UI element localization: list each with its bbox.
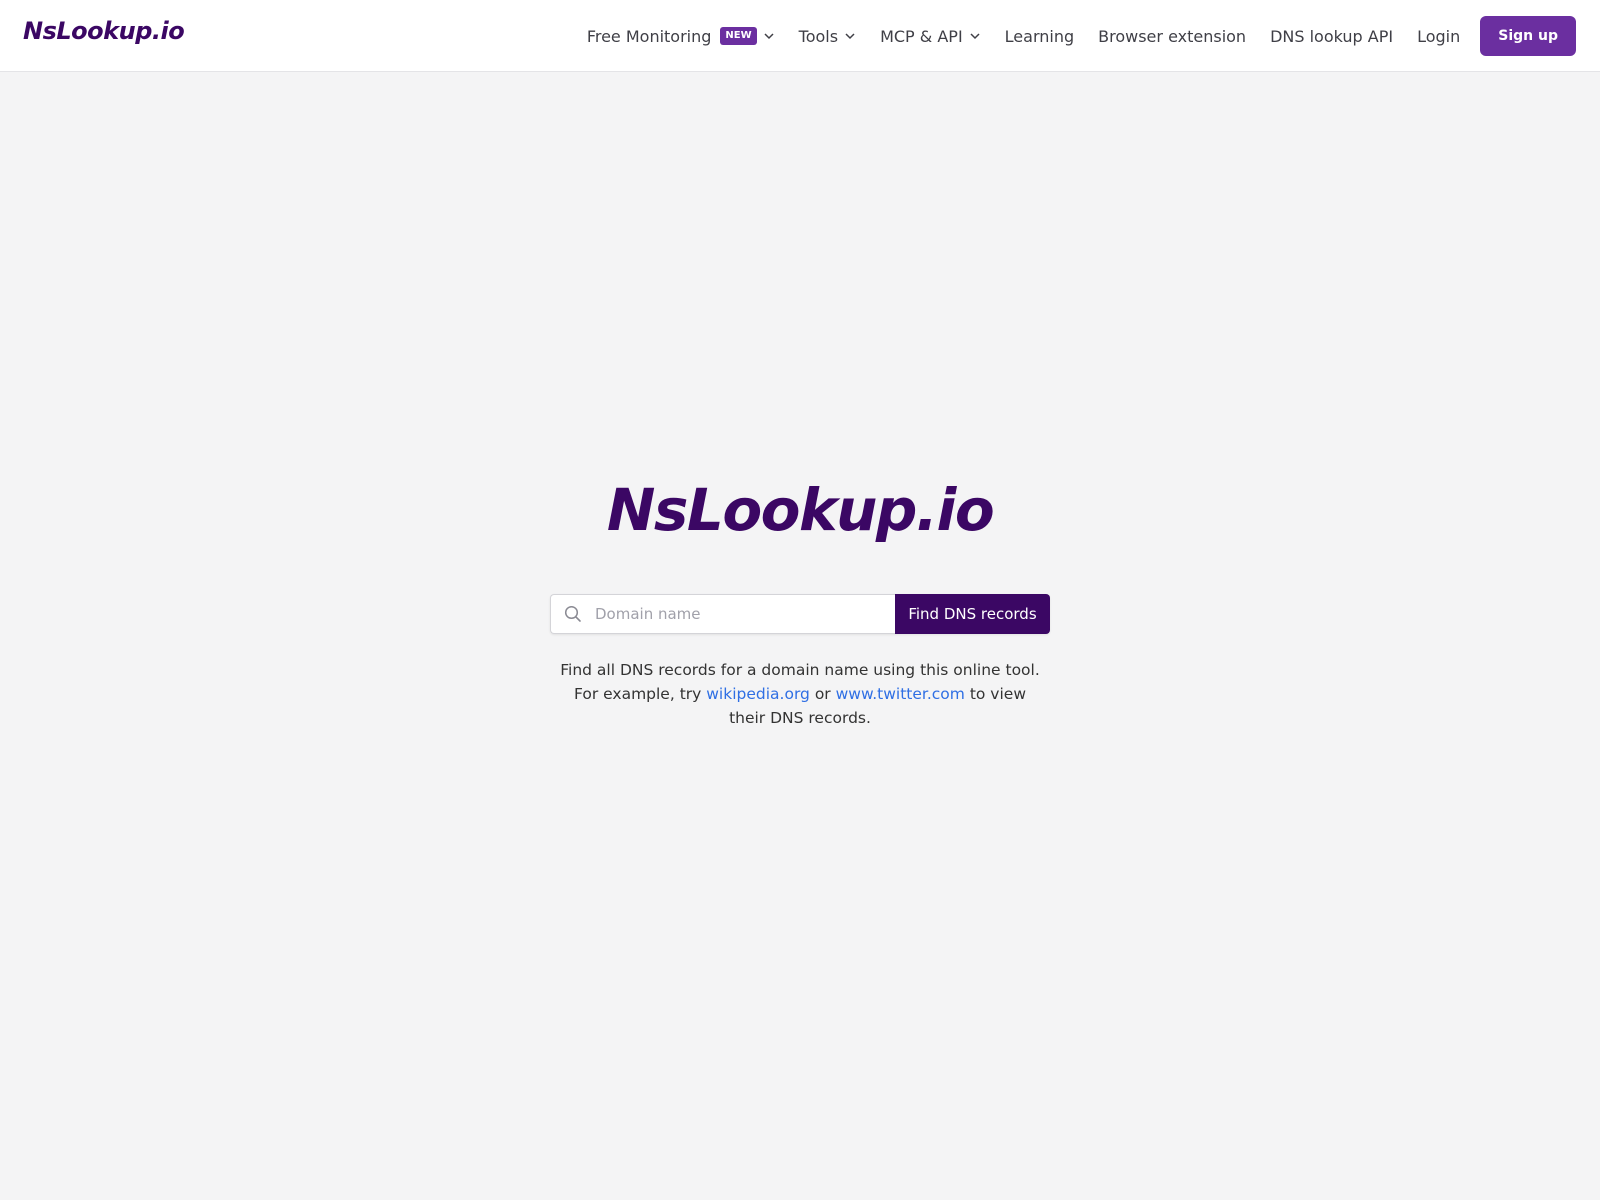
chevron-down-icon <box>970 33 980 40</box>
nav-login[interactable]: Login <box>1417 0 1460 72</box>
hero-title: NsLookup.io <box>606 476 995 544</box>
nav-free-monitoring[interactable]: Free Monitoring NEW <box>587 0 775 72</box>
find-dns-records-button[interactable]: Find DNS records <box>895 594 1050 634</box>
main-nav: Free Monitoring NEW Tools MCP & API Lear… <box>563 0 1576 72</box>
signup-button[interactable]: Sign up <box>1480 16 1576 56</box>
description-text-between: or <box>809 685 836 703</box>
search-field-wrapper <box>550 594 895 634</box>
top-navbar: NsLookup.io Free Monitoring NEW Tools MC… <box>0 0 1600 72</box>
example-link-wikipedia[interactable]: wikipedia.org <box>706 685 810 703</box>
nav-tools-label: Tools <box>798 26 839 46</box>
nav-mcp-api[interactable]: MCP & API <box>880 0 981 72</box>
nav-dns-lookup-api[interactable]: DNS lookup API <box>1270 0 1393 72</box>
new-badge: NEW <box>720 27 757 45</box>
nav-mcp-api-label: MCP & API <box>880 26 963 46</box>
nav-browser-extension[interactable]: Browser extension <box>1098 0 1246 72</box>
nav-free-monitoring-label: Free Monitoring <box>586 26 712 46</box>
brand-logo[interactable]: NsLookup.io <box>23 17 185 45</box>
search-form: Find DNS records <box>550 594 1050 634</box>
chevron-down-icon <box>764 33 774 40</box>
nav-learning[interactable]: Learning <box>1005 0 1074 72</box>
chevron-down-icon <box>845 33 855 40</box>
example-link-twitter[interactable]: www.twitter.com <box>836 685 965 703</box>
hero-description: Find all DNS records for a domain name u… <box>560 658 1040 730</box>
domain-search-input[interactable] <box>551 595 895 633</box>
nav-tools[interactable]: Tools <box>799 0 856 72</box>
